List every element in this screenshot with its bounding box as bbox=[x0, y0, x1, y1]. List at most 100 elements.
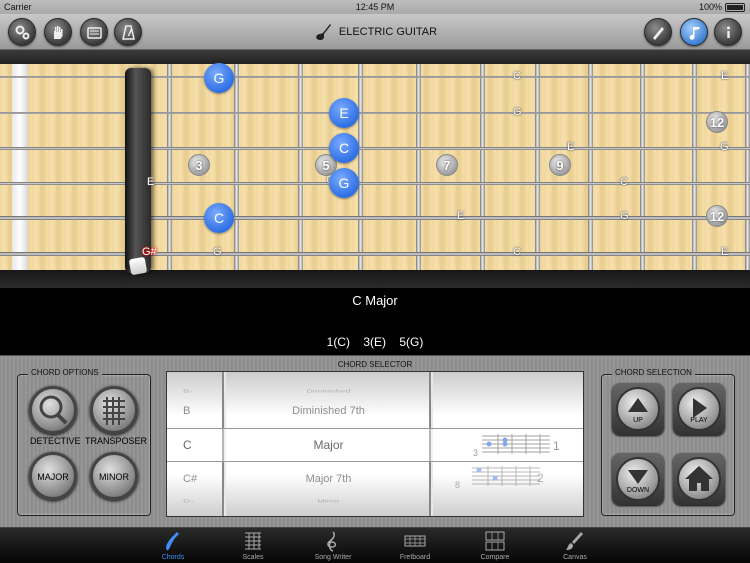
gears-icon bbox=[15, 25, 30, 40]
chord-note-bubble[interactable]: C bbox=[329, 133, 359, 163]
tab-label: Song Writer bbox=[314, 554, 352, 561]
treble-clef-icon bbox=[327, 531, 337, 552]
play-button-face[interactable]: PLAY bbox=[677, 387, 721, 431]
note-label: E bbox=[567, 141, 575, 153]
note-option[interactable]: D♭ bbox=[167, 493, 224, 510]
music-note-icon bbox=[689, 27, 700, 40]
scales-grid-icon bbox=[245, 532, 261, 550]
string-5 bbox=[0, 216, 750, 220]
info-button[interactable] bbox=[714, 18, 742, 46]
toolbar: ELECTRIC GUITAR bbox=[0, 14, 750, 50]
chord-options-title: CHORD OPTIONS bbox=[28, 368, 102, 377]
fret bbox=[535, 64, 540, 270]
chord-tone: 5(G) bbox=[399, 335, 424, 349]
metronome-icon bbox=[122, 25, 135, 40]
note-label: C bbox=[513, 70, 521, 82]
pick-button[interactable] bbox=[644, 18, 672, 46]
transposer-label: TRANSPOSER bbox=[85, 436, 148, 446]
major-label: MAJOR bbox=[37, 472, 69, 482]
fret-marker: 3 bbox=[188, 154, 210, 176]
electric-guitar-icon bbox=[316, 24, 331, 41]
fret-marker: 12 bbox=[706, 205, 728, 227]
metronome-button[interactable] bbox=[114, 18, 142, 46]
down-label: DOWN bbox=[626, 487, 650, 494]
capo-handle[interactable] bbox=[128, 256, 148, 276]
compare-grid-icon bbox=[485, 531, 505, 551]
string-6 bbox=[0, 252, 750, 256]
battery-icon bbox=[725, 3, 745, 12]
note-label: E bbox=[721, 70, 729, 82]
settings-button[interactable] bbox=[8, 18, 36, 46]
fretboard-icon bbox=[404, 535, 426, 547]
title-area: ELECTRIC GUITAR bbox=[0, 14, 750, 50]
hand-button[interactable] bbox=[44, 18, 72, 46]
note-label: G bbox=[213, 246, 222, 258]
fret bbox=[692, 64, 697, 270]
home-button[interactable] bbox=[673, 453, 725, 505]
chord-selection-title: CHORD SELECTION bbox=[612, 368, 695, 377]
chord-note-bubble[interactable]: C bbox=[204, 203, 234, 233]
note-label: G bbox=[513, 106, 522, 118]
tab-chords[interactable]: Chords bbox=[128, 528, 218, 563]
chord-position: 2 bbox=[537, 471, 544, 485]
note-option[interactable]: C# bbox=[167, 462, 224, 496]
string-1 bbox=[0, 76, 750, 78]
magnifier-icon bbox=[39, 395, 68, 425]
home-button-face[interactable] bbox=[677, 457, 721, 501]
down-button[interactable]: DOWN bbox=[612, 453, 664, 505]
capo-slider[interactable] bbox=[125, 68, 151, 273]
chord-type-option[interactable]: Major 7th bbox=[226, 462, 431, 496]
home-icon bbox=[685, 466, 713, 491]
fretboard[interactable]: 3 5 7 9 12 12 C E G E G E C E G G C E G … bbox=[0, 50, 750, 288]
up-button[interactable]: UP bbox=[612, 383, 664, 435]
chord-tone: 1(C) bbox=[326, 335, 350, 349]
fret bbox=[358, 64, 363, 270]
chord-tones: 1(C) 3(E) 5(G) bbox=[0, 335, 750, 349]
selection-indicator bbox=[167, 428, 583, 462]
tab-scales[interactable]: Scales bbox=[208, 528, 298, 563]
fret bbox=[588, 64, 593, 270]
note-label: E bbox=[721, 246, 729, 258]
minor-button[interactable]: MINOR bbox=[90, 452, 138, 500]
tab-label: Scales bbox=[242, 554, 264, 561]
up-button-face[interactable]: UP bbox=[616, 387, 660, 431]
app-root: Carrier 12:45 PM 100% ELECTRIC GUITAR 3 … bbox=[0, 0, 750, 563]
chord-selector-picker[interactable]: B♭ B C C# D♭ Diminished Diminished 7th M… bbox=[166, 371, 584, 517]
amplifier-icon bbox=[87, 27, 102, 39]
clock: 12:45 PM bbox=[355, 2, 395, 12]
note-label: E bbox=[457, 210, 465, 222]
tab-fretboard[interactable]: Fretboard bbox=[370, 528, 460, 563]
note-label: E bbox=[147, 176, 155, 188]
amp-button[interactable] bbox=[80, 18, 108, 46]
chord-note-bubble[interactable]: G bbox=[329, 168, 359, 198]
tab-canvas[interactable]: Canvas bbox=[530, 528, 620, 563]
fret bbox=[167, 64, 172, 270]
fret bbox=[480, 64, 485, 270]
chord-type-option[interactable]: Diminished 7th bbox=[226, 394, 431, 428]
play-button[interactable]: PLAY bbox=[673, 383, 725, 435]
note-option[interactable]: B bbox=[167, 394, 224, 428]
tab-compare[interactable]: Compare bbox=[450, 528, 540, 563]
down-button-face[interactable]: DOWN bbox=[616, 457, 660, 501]
detective-button[interactable] bbox=[29, 386, 77, 434]
minor-label: MINOR bbox=[99, 472, 129, 482]
chord-note-bubble[interactable]: E bbox=[329, 98, 359, 128]
chord-diagram-thumbnail bbox=[472, 466, 540, 486]
major-button[interactable]: MAJOR bbox=[29, 452, 77, 500]
tab-song-writer[interactable]: Song Writer bbox=[288, 528, 378, 563]
fret bbox=[298, 64, 303, 270]
note-label: C bbox=[513, 246, 521, 258]
guitar-pick-icon bbox=[166, 532, 179, 551]
note-label: C bbox=[620, 176, 628, 188]
battery-percent: 100% bbox=[698, 2, 722, 12]
status-bar: Carrier 12:45 PM 100% bbox=[0, 0, 750, 14]
fret-marker: 7 bbox=[436, 154, 458, 176]
string-4 bbox=[0, 182, 750, 185]
tab-label: Canvas bbox=[563, 554, 587, 561]
chord-type-option[interactable]: Minor bbox=[226, 493, 431, 510]
transposer-grid-icon bbox=[103, 397, 125, 425]
tab-bar: Chords Scales Song Writer Fretboard Comp… bbox=[0, 527, 750, 563]
note-button[interactable] bbox=[680, 18, 708, 46]
transposer-button[interactable] bbox=[90, 386, 138, 434]
chord-note-bubble[interactable]: G bbox=[204, 63, 234, 93]
